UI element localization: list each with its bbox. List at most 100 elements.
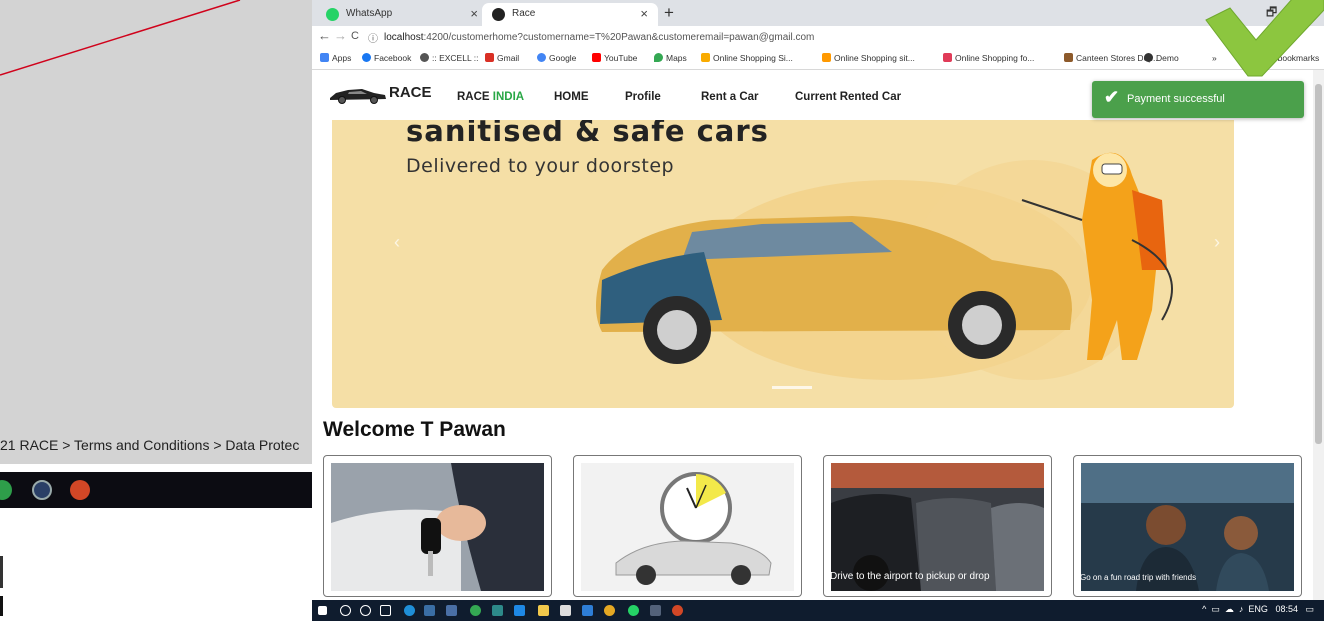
windows-taskbar: ^ ▭ ☁ ♪ ENG 08:54 ▭: [312, 600, 1324, 621]
tab-label: WhatsApp: [346, 8, 393, 19]
background-edge: [0, 556, 3, 588]
forward-button[interactable]: →: [334, 28, 347, 43]
bookmark-facebook[interactable]: Facebook: [362, 53, 411, 63]
payment-success-toast[interactable]: ✔ Payment successful: [1092, 81, 1304, 118]
card-image-road-trip: [1081, 463, 1294, 591]
tab-label: Race: [512, 8, 536, 19]
tray-chevron-icon[interactable]: ^: [1202, 604, 1206, 614]
google-icon: [537, 53, 546, 62]
bookmark-gmail[interactable]: Gmail: [485, 53, 519, 63]
browser-window: WhatsApp × Race × + 🗗 ← → C ⓘ localhost:…: [312, 0, 1324, 600]
url-host: localhost: [384, 32, 424, 43]
nav-current-rented-car[interactable]: Current Rented Car: [795, 91, 901, 103]
carousel-prev-icon[interactable]: ‹: [394, 232, 400, 253]
language-indicator[interactable]: ENG: [1248, 604, 1268, 614]
whatsapp-icon[interactable]: [0, 480, 12, 500]
clock[interactable]: 08:54: [1275, 604, 1298, 614]
scrollbar-thumb[interactable]: [1315, 84, 1322, 444]
powerpoint-icon[interactable]: [70, 480, 90, 500]
whatsapp-icon[interactable]: [628, 605, 639, 616]
system-tray: ^ ▭ ☁ ♪ ENG 08:54 ▭: [1202, 604, 1314, 615]
bookmark-shopping-3[interactable]: Online Shopping fo...: [943, 53, 1034, 63]
facebook-icon: [362, 53, 371, 62]
taskbar-app-icon[interactable]: [492, 605, 503, 616]
vscode-icon[interactable]: [582, 605, 593, 616]
network-icon[interactable]: ▭: [1211, 604, 1220, 614]
edge-icon[interactable]: [404, 605, 415, 616]
hero-carousel[interactable]: sanitised & safe cars Delivered to your …: [332, 120, 1234, 408]
back-button[interactable]: ←: [318, 28, 331, 43]
taskbar-app-icon[interactable]: [424, 605, 435, 616]
car-clock-image: [581, 463, 794, 591]
store-icon[interactable]: [560, 605, 571, 616]
cortana-icon[interactable]: [360, 605, 371, 616]
hero-title: sanitised & safe cars: [406, 120, 769, 148]
welcome-heading: Welcome T Pawan: [323, 418, 506, 441]
new-tab-button[interactable]: +: [664, 3, 674, 23]
tab-whatsapp[interactable]: WhatsApp ×: [316, 3, 488, 26]
feature-card[interactable]: [323, 455, 552, 597]
bookmark-excell[interactable]: :: EXCELL ::: [420, 53, 478, 63]
bookmark-shopping-1[interactable]: Online Shopping Si...: [701, 53, 793, 63]
tab-race[interactable]: Race ×: [482, 3, 658, 26]
settings-icon[interactable]: [32, 480, 52, 500]
settings-icon[interactable]: [650, 605, 661, 616]
shopping-icon: [701, 53, 710, 62]
nav-profile[interactable]: Profile: [625, 91, 661, 103]
chrome-icon[interactable]: [470, 605, 481, 616]
task-view-icon[interactable]: [380, 605, 391, 616]
angular-icon: [492, 8, 505, 21]
feature-card[interactable]: [573, 455, 802, 597]
cloud-icon[interactable]: ☁: [1225, 604, 1234, 614]
bookmark-google[interactable]: Google: [537, 53, 576, 63]
bookmark-maps[interactable]: Maps: [654, 53, 687, 63]
mail-icon[interactable]: [514, 605, 525, 616]
excell-icon: [420, 53, 429, 62]
car-logo-icon[interactable]: [328, 84, 388, 104]
nav-home[interactable]: HOME: [554, 91, 589, 103]
page-content: RACE RACE INDIA HOME Profile Rent a Car …: [312, 70, 1324, 600]
tab-strip: WhatsApp × Race × + 🗗: [312, 0, 1324, 26]
background-breadcrumb: 21 RACE > Terms and Conditions > Data Pr…: [0, 437, 300, 453]
taskbar-app-icon[interactable]: [446, 605, 457, 616]
gmail-icon: [485, 53, 494, 62]
background-edge: [0, 596, 3, 616]
feature-card[interactable]: Drive to the airport to pickup or drop: [823, 455, 1052, 597]
bookmark-youtube[interactable]: YouTube: [592, 53, 637, 63]
whatsapp-icon: [326, 8, 339, 21]
maps-icon: [654, 53, 663, 62]
hero-subtitle: Delivered to your doorstep: [406, 155, 675, 177]
volume-icon[interactable]: ♪: [1239, 604, 1244, 614]
site-info-icon[interactable]: ⓘ: [368, 31, 378, 48]
windows-start-icon[interactable]: [318, 606, 327, 615]
card-image-car-key: [331, 463, 544, 591]
powerpoint-icon[interactable]: [672, 605, 683, 616]
bookmark-shopping-2[interactable]: Online Shopping sit...: [822, 53, 915, 63]
address-bar-row: ← → C ⓘ localhost:4200/customerhome?cust…: [312, 26, 1324, 48]
reload-button[interactable]: C: [351, 30, 359, 42]
bookmarks-bar: Apps Facebook :: EXCELL :: Gmail Google …: [312, 48, 1324, 70]
chrome-active-icon[interactable]: [604, 605, 615, 616]
card-caption: Go on a fun road trip with friends: [1080, 573, 1197, 582]
check-icon: ✔: [1104, 87, 1120, 107]
feature-card[interactable]: Go on a fun road trip with friends: [1073, 455, 1302, 597]
nav-race-india[interactable]: RACE INDIA: [457, 91, 524, 103]
search-icon[interactable]: [340, 605, 351, 616]
bookmark-demo[interactable]: Demo: [1144, 53, 1179, 63]
toast-message: Payment successful: [1127, 93, 1225, 105]
close-icon[interactable]: ×: [470, 6, 478, 21]
bookmark-apps[interactable]: Apps: [320, 53, 351, 63]
carousel-next-icon[interactable]: ›: [1214, 232, 1220, 253]
carousel-indicator[interactable]: [772, 386, 812, 389]
card-image-car-clock: [581, 463, 794, 591]
notification-icon[interactable]: ▭: [1305, 604, 1314, 614]
site-logo-text[interactable]: RACE: [389, 84, 432, 101]
nav-rent-a-car[interactable]: Rent a Car: [701, 91, 759, 103]
canteen-icon: [1064, 53, 1073, 62]
background-taskbar: [0, 472, 316, 508]
car-key-image: [331, 463, 544, 591]
amazon-icon: [822, 53, 831, 62]
file-explorer-icon[interactable]: [538, 605, 549, 616]
close-icon[interactable]: ×: [640, 6, 648, 21]
url-field[interactable]: ⓘ localhost:4200/customerhome?customerna…: [360, 29, 1300, 46]
